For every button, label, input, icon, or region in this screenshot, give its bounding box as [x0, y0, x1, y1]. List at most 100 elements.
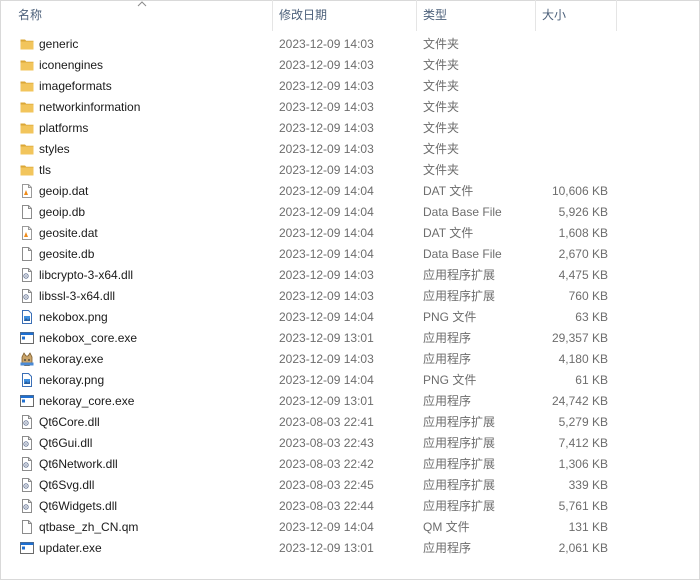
- file-type: 文件夹: [423, 37, 460, 51]
- column-header-size[interactable]: 大小: [542, 0, 612, 31]
- file-name: nekoray.exe: [39, 352, 104, 366]
- file-row[interactable]: nekobox.png 2023-12-09 14:04 PNG 文件 63 KB: [0, 307, 700, 328]
- file-type: PNG 文件: [423, 310, 477, 324]
- file-size: 5,926 KB: [558, 205, 608, 219]
- file-name: nekoray.png: [39, 373, 105, 387]
- file-type: 应用程序: [423, 352, 472, 366]
- file-row[interactable]: networkinformation 2023-12-09 14:03 文件夹: [0, 97, 700, 118]
- file-modified-date: 2023-12-09 14:03: [279, 163, 374, 177]
- file-row[interactable]: nekobox_core.exe 2023-12-09 13:01 应用程序 29,3…: [0, 328, 700, 349]
- file-size: 61 KB: [575, 373, 608, 387]
- file-row[interactable]: styles 2023-12-09 14:03 文件夹: [0, 139, 700, 160]
- file-modified-date: 2023-08-03 22:44: [279, 499, 374, 513]
- column-header-name[interactable]: 名称: [18, 0, 268, 31]
- file-row[interactable]: updater.exe 2023-12-09 13:01 应用程序 2,061 KB: [0, 538, 700, 559]
- file-modified-date: 2023-08-03 22:42: [279, 457, 374, 471]
- file-size: 10,606 KB: [551, 184, 608, 198]
- column-header-date[interactable]: 修改日期: [279, 0, 409, 31]
- file-type: 应用程序扩展: [423, 457, 496, 471]
- file-type: 文件夹: [423, 100, 460, 114]
- dll-icon: [20, 436, 34, 450]
- file-modified-date: 2023-12-09 14:03: [279, 58, 374, 72]
- file-name: imageformats: [39, 79, 112, 93]
- file-row[interactable]: geosite.db 2023-12-09 14:04 Data Base File…: [0, 244, 700, 265]
- file-size: 2,061 KB: [558, 541, 608, 555]
- file-name: geosite.db: [39, 247, 95, 261]
- file-row[interactable]: Qt6Svg.dll 2023-08-03 22:45 应用程序扩展 339 KB: [0, 475, 700, 496]
- file-row[interactable]: Qt6Gui.dll 2023-08-03 22:43 应用程序扩展 7,412 KB: [0, 433, 700, 454]
- folder-icon: [20, 79, 34, 93]
- file-row[interactable]: nekoray.exe 2023-12-09 14:03 应用程序 4,180 KB: [0, 349, 700, 370]
- file-row[interactable]: libssl-3-x64.dll 2023-12-09 14:03 应用程序扩展 76…: [0, 286, 700, 307]
- file-row[interactable]: nekoray_core.exe 2023-12-09 13:01 应用程序 24,7…: [0, 391, 700, 412]
- file-row[interactable]: imageformats 2023-12-09 14:03 文件夹: [0, 76, 700, 97]
- file-modified-date: 2023-12-09 13:01: [279, 331, 374, 345]
- exe-icon: [20, 331, 34, 345]
- vlc-file-icon: [20, 226, 34, 240]
- file-row[interactable]: libcrypto-3-x64.dll 2023-12-09 14:03 应用程序扩…: [0, 265, 700, 286]
- file-icon: [20, 205, 34, 219]
- file-name: nekoray_core.exe: [39, 394, 135, 408]
- file-size: 24,742 KB: [551, 394, 608, 408]
- column-header-type[interactable]: 类型: [423, 0, 533, 31]
- folder-icon: [20, 37, 34, 51]
- file-type: 应用程序扩展: [423, 499, 496, 513]
- file-modified-date: 2023-12-09 14:04: [279, 205, 374, 219]
- file-name: qtbase_zh_CN.qm: [39, 520, 139, 534]
- file-type: 应用程序扩展: [423, 415, 496, 429]
- file-name: geosite.dat: [39, 226, 98, 240]
- folder-icon: [20, 100, 34, 114]
- column-divider[interactable]: [416, 0, 417, 31]
- file-name: Qt6Network.dll: [39, 457, 118, 471]
- file-name: Qt6Core.dll: [39, 415, 100, 429]
- file-row[interactable]: iconengines 2023-12-09 14:03 文件夹: [0, 55, 700, 76]
- column-divider[interactable]: [616, 0, 617, 31]
- file-modified-date: 2023-12-09 14:03: [279, 79, 374, 93]
- column-divider[interactable]: [272, 0, 273, 31]
- file-name: nekobox_core.exe: [39, 331, 138, 345]
- file-row[interactable]: geoip.db 2023-12-09 14:04 Data Base File 5,…: [0, 202, 700, 223]
- file-row[interactable]: qtbase_zh_CN.qm 2023-12-09 14:04 QM 文件 131 …: [0, 517, 700, 538]
- file-type: QM 文件: [423, 520, 470, 534]
- file-row[interactable]: geosite.dat 2023-12-09 14:04 DAT 文件 1,608 K…: [0, 223, 700, 244]
- file-type: 应用程序: [423, 541, 472, 555]
- dll-icon: [20, 478, 34, 492]
- file-icon: [20, 247, 34, 261]
- file-row[interactable]: Qt6Network.dll 2023-08-03 22:42 应用程序扩展 1,30…: [0, 454, 700, 475]
- file-row[interactable]: geoip.dat 2023-12-09 14:04 DAT 文件 10,606 KB: [0, 181, 700, 202]
- file-name: platforms: [39, 121, 89, 135]
- file-modified-date: 2023-12-09 14:03: [279, 142, 374, 156]
- file-type: 文件夹: [423, 121, 460, 135]
- file-row[interactable]: platforms 2023-12-09 14:03 文件夹: [0, 118, 700, 139]
- column-divider[interactable]: [535, 0, 536, 31]
- file-name: nekobox.png: [39, 310, 108, 324]
- file-type: 文件夹: [423, 79, 460, 93]
- file-row[interactable]: nekoray.png 2023-12-09 14:04 PNG 文件 61 KB: [0, 370, 700, 391]
- file-name: libssl-3-x64.dll: [39, 289, 116, 303]
- dll-icon: [20, 457, 34, 471]
- file-name: styles: [39, 142, 70, 156]
- file-row[interactable]: Qt6Widgets.dll 2023-08-03 22:44 应用程序扩展 5,76…: [0, 496, 700, 517]
- file-row[interactable]: tls 2023-12-09 14:03 文件夹: [0, 160, 700, 181]
- file-type: 文件夹: [423, 163, 460, 177]
- file-modified-date: 2023-12-09 14:04: [279, 520, 374, 534]
- file-type: 应用程序扩展: [423, 289, 496, 303]
- png-icon: [20, 373, 34, 387]
- file-size: 63 KB: [575, 310, 608, 324]
- file-size: 29,357 KB: [551, 331, 608, 345]
- file-modified-date: 2023-12-09 13:01: [279, 394, 374, 408]
- file-size: 1,608 KB: [558, 226, 608, 240]
- file-icon: [20, 520, 34, 534]
- file-type: Data Base File: [423, 205, 502, 219]
- file-row[interactable]: generic 2023-12-09 14:03 文件夹: [0, 34, 700, 55]
- folder-icon: [20, 142, 34, 156]
- file-size: 1,306 KB: [558, 457, 608, 471]
- file-modified-date: 2023-12-09 14:04: [279, 373, 374, 387]
- file-type: 应用程序扩展: [423, 478, 496, 492]
- file-name: libcrypto-3-x64.dll: [39, 268, 134, 282]
- file-modified-date: 2023-12-09 14:04: [279, 310, 374, 324]
- file-row[interactable]: Qt6Core.dll 2023-08-03 22:41 应用程序扩展 5,279 K…: [0, 412, 700, 433]
- file-size: 2,670 KB: [558, 247, 608, 261]
- file-name: tls: [39, 163, 51, 177]
- file-modified-date: 2023-12-09 14:03: [279, 121, 374, 135]
